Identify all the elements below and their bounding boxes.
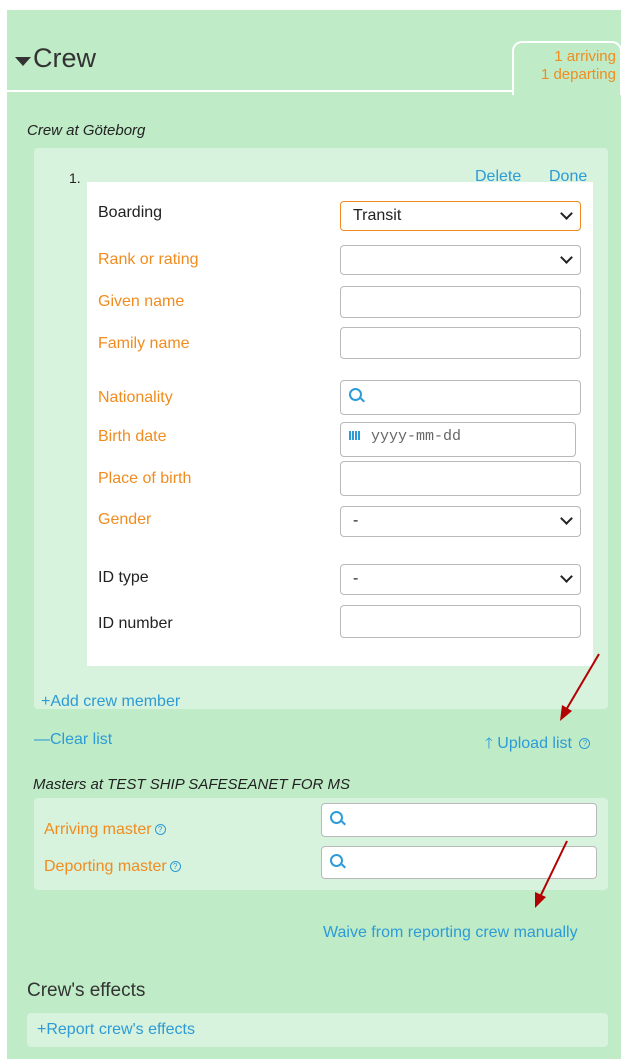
search-icon [349, 388, 362, 401]
family-name-label: Family name [98, 335, 190, 352]
given-name-input[interactable] [340, 286, 581, 318]
nationality-input[interactable] [340, 380, 581, 415]
nationality-label: Nationality [98, 389, 173, 406]
arriving-master-input[interactable] [321, 803, 597, 837]
crew-member-form: Boarding Transit Rank or rating Given na… [87, 182, 593, 666]
crew-effects-card: +Report crew's effects [27, 1013, 608, 1047]
arriving-master-text: Arriving master [44, 821, 152, 838]
birth-date-label: Birth date [98, 428, 167, 445]
crew-title[interactable]: Crew [33, 43, 96, 74]
waive-reporting-link[interactable]: Waive from reporting crew manually [323, 924, 578, 942]
search-icon [330, 854, 343, 867]
birth-date-input[interactable]: yyyy-mm-dd [340, 422, 576, 457]
upload-arrow-icon: 🡑 [485, 735, 493, 752]
crew-effects-heading: Crew's effects [27, 980, 146, 1001]
place-of-birth-label: Place of birth [98, 470, 192, 487]
departing-master-text: Deporting master [44, 858, 167, 875]
boarding-label: Boarding [98, 204, 163, 221]
gender-value: - [353, 512, 359, 529]
id-number-label: ID number [98, 615, 173, 632]
boarding-select[interactable]: Transit [340, 201, 581, 231]
rank-select[interactable] [340, 245, 581, 275]
search-icon [330, 811, 343, 824]
member-index: 1. [69, 170, 81, 186]
family-name-input[interactable] [340, 327, 581, 359]
add-crew-member-link[interactable]: +Add crew member [41, 693, 180, 711]
upload-list-link[interactable]: 🡑 Upload list ? [485, 733, 591, 758]
badge-arriving: 1 arriving [554, 48, 616, 65]
gender-label: Gender [98, 511, 152, 528]
gender-select[interactable]: - [340, 506, 581, 537]
report-crew-effects-link[interactable]: +Report crew's effects [37, 1021, 195, 1039]
id-number-input[interactable] [340, 605, 581, 638]
calendar-icon [349, 431, 360, 440]
place-of-birth-input[interactable] [340, 461, 581, 496]
clear-list-link[interactable]: —Clear list [34, 731, 112, 749]
id-type-value: - [353, 570, 359, 587]
chevron-down-icon [560, 207, 573, 220]
given-name-label: Given name [98, 293, 185, 310]
chevron-down-icon [560, 570, 573, 583]
badge-departing: 1 departing [540, 66, 616, 83]
rank-label: Rank or rating [98, 251, 199, 268]
crew-location-heading: Crew at Göteborg [27, 122, 146, 139]
chevron-down-icon [560, 251, 573, 264]
birth-date-placeholder: yyyy-mm-dd [371, 428, 462, 445]
crew-panel: Crew 1 arriving 1 departing Crew at Göte… [7, 10, 621, 1059]
chevron-down-icon [560, 512, 573, 525]
departing-master-input[interactable] [321, 846, 597, 879]
header-divider [7, 90, 512, 92]
help-icon[interactable]: ? [579, 738, 591, 750]
upload-list-label: Upload list [497, 735, 572, 752]
help-icon[interactable]: ? [169, 861, 181, 873]
masters-card: Arriving master? Deporting master? [34, 798, 608, 890]
departing-master-label: Deporting master? [44, 858, 181, 876]
id-type-select[interactable]: - [340, 564, 581, 595]
arriving-master-label: Arriving master? [44, 821, 166, 839]
masters-heading: Masters at TEST SHIP SAFESEANET FOR MS [33, 776, 350, 793]
help-icon[interactable]: ? [154, 824, 166, 836]
status-badge: 1 arriving 1 departing [512, 41, 621, 95]
id-type-label: ID type [98, 569, 149, 586]
boarding-value: Transit [353, 207, 402, 224]
